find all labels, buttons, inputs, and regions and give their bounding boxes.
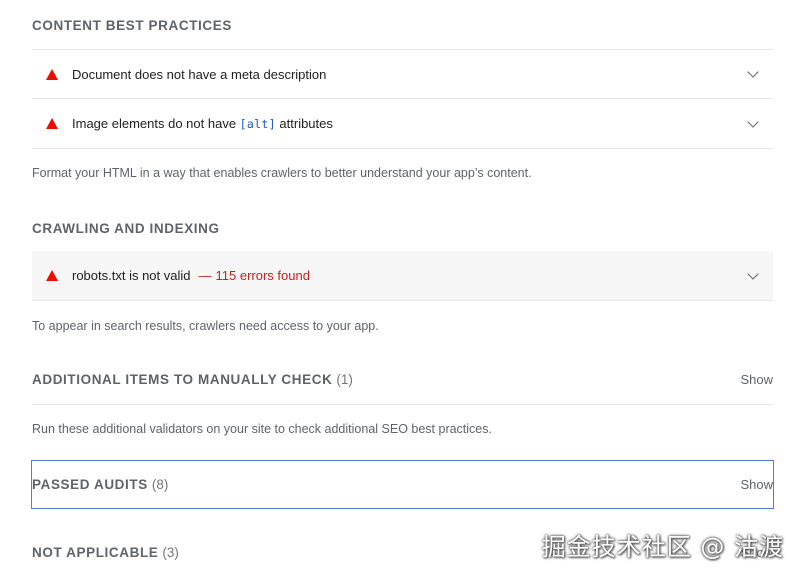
not-applicable-title: NOT APPLICABLE (3) xyxy=(32,545,179,560)
chevron-down-icon[interactable] xyxy=(747,267,759,280)
manual-check-title: ADDITIONAL ITEMS TO MANUALLY CHECK (1) xyxy=(32,372,353,387)
audit-robots-txt[interactable]: robots.txt is not valid —115 errors found xyxy=(32,251,773,301)
passed-audits-count: (8) xyxy=(151,477,169,492)
passed-audits-show-button[interactable]: Show xyxy=(740,477,773,492)
not-applicable-title-text: NOT APPLICABLE xyxy=(32,545,159,560)
content-best-practices-title: CONTENT BEST PRACTICES xyxy=(32,18,232,33)
passed-audits-header[interactable]: PASSED AUDITS (8) Show xyxy=(31,460,774,509)
juejin-watermark: 掘金技术社区 @ 沽渡 xyxy=(541,533,784,561)
warning-triangle-icon xyxy=(46,118,58,129)
warning-triangle-icon xyxy=(46,68,58,80)
robots-error-count: 115 errors found xyxy=(215,268,310,283)
content-best-practices-description: Format your HTML in a way that enables c… xyxy=(32,166,532,180)
divider xyxy=(32,404,773,405)
crawling-indexing-description: To appear in search results, crawlers ne… xyxy=(32,319,379,333)
chevron-down-icon[interactable] xyxy=(747,66,759,78)
warning-triangle-icon xyxy=(46,270,58,281)
passed-audits-title-text: PASSED AUDITS xyxy=(32,477,148,492)
audit-image-alt-label: Image elements do not have [alt] attribu… xyxy=(72,116,749,131)
not-applicable-count: (3) xyxy=(162,545,179,560)
audit-robots-txt-label: robots.txt is not valid —115 errors found xyxy=(72,268,749,283)
passed-audits-title: PASSED AUDITS (8) xyxy=(32,477,168,492)
audit-robots-txt-text: robots.txt is not valid xyxy=(72,268,191,283)
alt-attribute-code: [alt] xyxy=(239,117,276,131)
manual-check-count: (1) xyxy=(336,372,353,387)
manual-check-show-button[interactable]: Show xyxy=(740,372,773,387)
audit-meta-description[interactable]: Document does not have a meta descriptio… xyxy=(32,49,773,99)
manual-check-header: ADDITIONAL ITEMS TO MANUALLY CHECK (1) Sh… xyxy=(32,372,773,387)
error-separator: — xyxy=(198,268,212,283)
audit-image-alt-text-before: Image elements do not have xyxy=(72,116,240,131)
chevron-down-icon[interactable] xyxy=(747,115,759,128)
manual-check-title-text: ADDITIONAL ITEMS TO MANUALLY CHECK xyxy=(32,372,333,387)
crawling-indexing-title: CRAWLING AND INDEXING xyxy=(32,221,220,236)
seo-report-page: CONTENT BEST PRACTICES Document does not… xyxy=(0,0,800,575)
manual-check-description: Run these additional validators on your … xyxy=(32,422,492,436)
audit-meta-description-label: Document does not have a meta descriptio… xyxy=(72,66,327,82)
audit-image-alt-text-after: attributes xyxy=(275,116,333,131)
audit-image-alt[interactable]: Image elements do not have [alt] attribu… xyxy=(32,99,773,149)
